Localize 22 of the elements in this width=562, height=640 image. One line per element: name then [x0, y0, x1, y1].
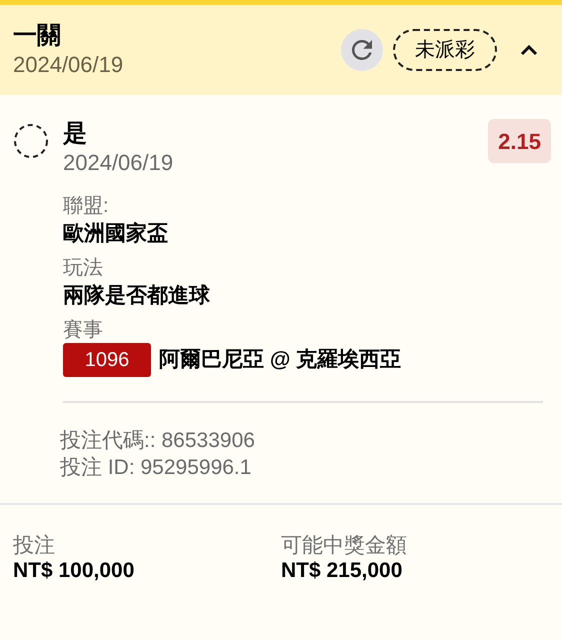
detail-label: 賽事 [63, 318, 104, 343]
pending-circle-icon [13, 123, 49, 159]
selection-date: 2024/06/19 [63, 149, 174, 177]
total-amount: NT$ 215,000 [281, 558, 404, 583]
detail-value: 阿爾巴尼亞 @ 克羅埃西亞 [159, 347, 402, 373]
ticket-title: 一關 [13, 21, 62, 51]
detail-value: 歐洲國家盃 [63, 220, 168, 247]
total-amount: NT$ 100,000 [13, 558, 136, 583]
bet-code-text: 投注代碼:: 86533906 [60, 428, 256, 454]
event-number-badge: 1096 [63, 343, 151, 377]
caret-icon [520, 44, 538, 56]
status-badge: 未派彩 [393, 29, 497, 71]
selection-name: 是 [63, 119, 88, 149]
detail-label: 玩法 [63, 256, 104, 281]
total-label: 可能中獎金額 [281, 533, 408, 558]
detail-label: 聯盟: [63, 194, 110, 219]
ticket-date: 2024/06/19 [13, 51, 124, 79]
total-label: 投注 [13, 533, 56, 558]
bet-code-text: 投注 ID: 95295996.1 [60, 455, 252, 481]
detail-value: 兩隊是否都進球 [63, 282, 210, 309]
refresh-button[interactable] [341, 29, 383, 71]
odds-badge: 2.15 [488, 119, 551, 163]
